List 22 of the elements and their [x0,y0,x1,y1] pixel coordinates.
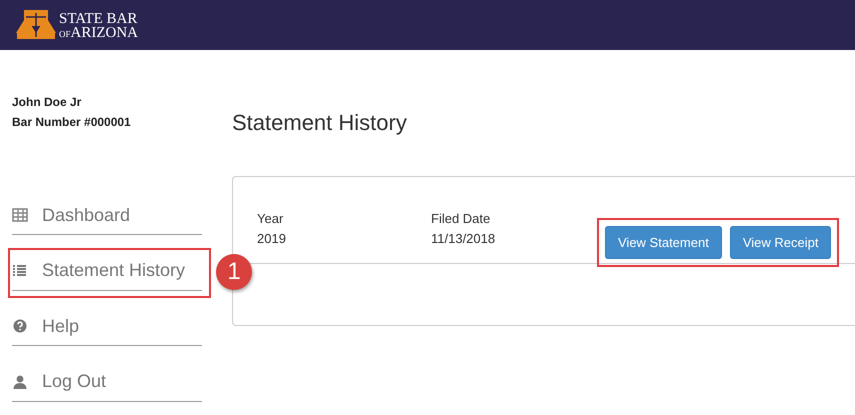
page-title: Statement History [232,110,408,136]
nav-item[interactable]: Dashboard [8,192,211,242]
table-cell-text: 11/13/2018 [431,230,496,248]
grid-icon [12,207,28,223]
user-name: John Doe Jr [12,94,82,111]
bar-number: Bar Number #000001 [12,114,132,131]
help-icon [12,318,28,334]
list-icon [12,262,28,278]
logo-text: STATE BAR [59,12,138,26]
view-button[interactable]: View Receipt [730,226,832,259]
table-cell-text: 2019 [257,230,287,248]
nav-item[interactable]: Statement History [8,248,211,298]
nav-item[interactable]: Log Out [8,358,211,408]
logo-text: OFARIZONA [59,26,138,41]
view-button[interactable]: View Statement [605,226,722,259]
scales-icon [14,9,58,41]
column-label: Filed Date [431,210,492,228]
user-icon [12,374,28,390]
nav-item[interactable]: Help [8,303,211,353]
callout-badge: 1 [216,254,252,290]
column-label: Year [257,210,284,228]
logo[interactable]: STATE BAR OFARIZONA [14,9,138,41]
